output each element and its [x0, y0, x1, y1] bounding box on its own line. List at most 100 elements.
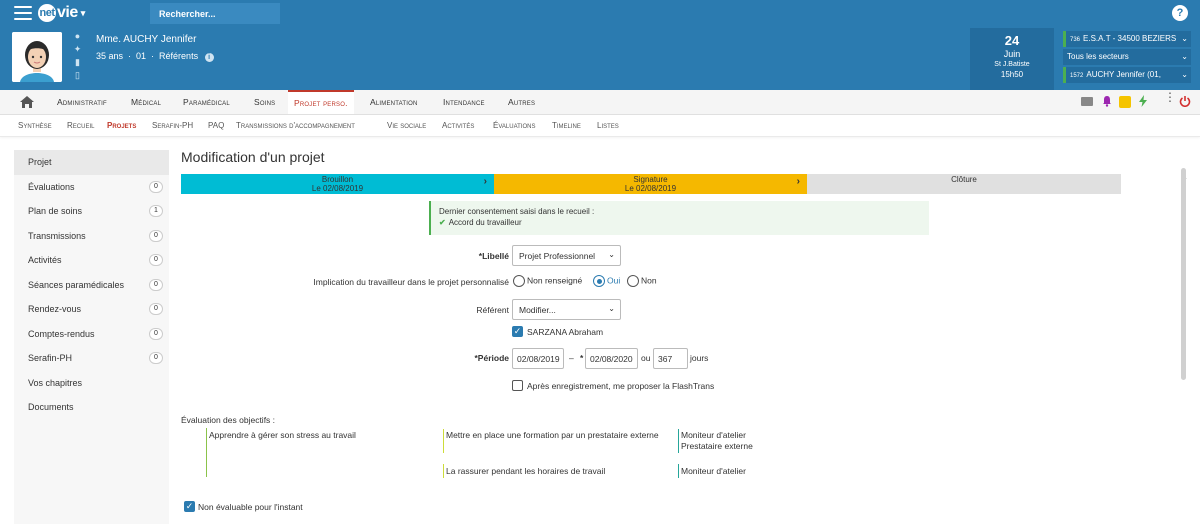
radio-dot	[627, 275, 639, 287]
sidebar-item-rendez-vous[interactable]: Rendez-vous 0	[14, 297, 169, 322]
scrollbar[interactable]	[1181, 168, 1186, 380]
patient-info: 35 ans · 01 · Référents i	[96, 51, 214, 62]
sidebar-item-seances-paramedicales[interactable]: Séances paramédicales 0	[14, 273, 169, 298]
subnav-vie-sociale[interactable]: Vie sociale	[387, 121, 426, 130]
home-icon[interactable]	[19, 95, 35, 109]
non-evaluable-label: Non évaluable pour l'instant	[198, 502, 303, 512]
nav-autres[interactable]: Autres	[508, 90, 535, 114]
objectives-label: Évaluation des objectifs :	[181, 415, 276, 425]
nav-alimentation[interactable]: Alimentation	[370, 90, 418, 114]
periode-start-input[interactable]: 02/08/2019	[512, 348, 564, 369]
chevron-down-icon: ▾	[80, 7, 86, 18]
libelle-label: *Libellé	[478, 251, 509, 261]
subnav-transmissions[interactable]: Transmissions d'accompagnement	[236, 121, 355, 130]
radio-non-renseigne[interactable]: Non renseigné	[513, 275, 582, 287]
sidebar-item-comptes-rendus[interactable]: Comptes-rendus 0	[14, 322, 169, 347]
referent-person: SARZANA Abraham	[527, 327, 604, 337]
action-item: La rassurer pendant les horaires de trav…	[446, 466, 606, 476]
note-icon[interactable]	[1119, 96, 1131, 108]
subnav-synthese[interactable]: Synthèse	[18, 121, 52, 130]
subnav-recueil[interactable]: Recueil	[67, 121, 94, 130]
non-evaluable-checkbox[interactable]: ✓	[184, 501, 195, 512]
menu-icon[interactable]	[14, 6, 32, 20]
subnav-listes[interactable]: Listes	[597, 121, 619, 130]
subnav-activites[interactable]: Activités	[442, 121, 474, 130]
more-vertical-icon[interactable]: ⋮	[1164, 91, 1176, 107]
libelle-select[interactable]: Projet Professionnel ⌄	[512, 245, 621, 266]
subnav-timeline[interactable]: Timeline	[552, 121, 581, 130]
logo[interactable]: net vie ▾	[38, 4, 85, 24]
subnav-projets[interactable]: Projets	[107, 121, 136, 130]
radio-oui[interactable]: Oui	[593, 275, 620, 287]
star-icon[interactable]: ✦	[73, 45, 82, 54]
who-item: Moniteur d'atelier	[681, 466, 746, 476]
nav-projet-perso[interactable]: Projet perso.	[288, 90, 354, 114]
establishment-code: 736	[1070, 37, 1081, 43]
sidebar-item-label: Séances paramédicales	[28, 279, 125, 290]
flashtrans-checkbox[interactable]	[512, 380, 523, 391]
count-badge: 0	[149, 278, 163, 291]
periode-end-input[interactable]: 02/08/2020	[585, 348, 638, 369]
sector-select[interactable]: Tous les secteurs ⌄	[1063, 49, 1191, 65]
periode-days-input[interactable]: 367	[653, 348, 688, 369]
power-icon[interactable]	[1179, 95, 1191, 107]
sidebar-item-vos-chapitres[interactable]: Vos chapitres	[14, 371, 169, 396]
sidebar-item-transmissions[interactable]: Transmissions 0	[14, 224, 169, 249]
referents-link[interactable]: Référents	[159, 51, 198, 61]
chevron-down-icon: ⌄	[1181, 52, 1188, 61]
date-box: 24 Juin St J.Batiste 15h50	[970, 28, 1054, 90]
count-badge: 0	[149, 327, 163, 340]
sidebar-item-label: Vos chapitres	[28, 377, 83, 388]
step-cloture[interactable]: Clôture	[807, 174, 1121, 194]
chevron-right-icon: ›	[483, 176, 487, 187]
radio-label: Non	[641, 275, 657, 286]
check-icon: ✔	[439, 218, 446, 227]
subnav-evaluations[interactable]: Évaluations	[493, 121, 535, 130]
help-icon[interactable]: ?	[1172, 5, 1188, 21]
periode-or: ou	[641, 353, 651, 363]
step-signature[interactable]: Signature Le 02/08/2019 ›	[494, 174, 807, 194]
date-day: 24	[1004, 33, 1020, 48]
patient-icon-column: ● ✦ ▮ ▯	[73, 32, 83, 84]
message-icon[interactable]	[1081, 97, 1093, 106]
periode-required-marker: *	[580, 353, 584, 363]
libelle-value: Projet Professionnel	[519, 251, 596, 261]
subnav-serafin-ph[interactable]: Serafin-PH	[152, 121, 193, 130]
logo-suffix: vie	[57, 4, 78, 22]
search-input[interactable]: Rechercher...	[150, 3, 280, 24]
chevron-down-icon: ⌄	[1181, 34, 1188, 43]
establishment-select[interactable]: 736 E.S.A.T - 34500 BEZIERS ⌄	[1063, 31, 1191, 47]
lightning-icon[interactable]	[1137, 95, 1149, 107]
step-brouillon[interactable]: Brouillon Le 02/08/2019 ›	[181, 174, 494, 194]
sidebar-item-label: Serafin-PH	[28, 353, 73, 363]
nav-intendance[interactable]: Intendance	[443, 90, 485, 114]
radio-non[interactable]: Non	[627, 275, 657, 287]
referent-checkbox[interactable]: ✓	[512, 326, 523, 337]
book-icon[interactable]: ▮	[73, 58, 82, 67]
avatar[interactable]	[12, 32, 62, 82]
step-date: Le 02/08/2019	[311, 184, 364, 193]
document-icon[interactable]: ▯	[73, 71, 82, 80]
info-icon[interactable]: i	[204, 53, 214, 62]
establishment-value: E.S.A.T - 34500 BEZIERS	[1083, 34, 1177, 43]
sidebar-item-documents[interactable]: Documents	[14, 395, 169, 420]
chevron-down-icon: ⌄	[1181, 70, 1188, 79]
referent-select[interactable]: Modifier... ⌄	[512, 299, 621, 320]
nav-medical[interactable]: Médical	[131, 90, 161, 114]
bell-icon[interactable]	[1101, 95, 1113, 107]
nav-paramedical[interactable]: Paramédical	[183, 90, 230, 114]
sidebar-item-activites[interactable]: Activités 0	[14, 248, 169, 273]
top-bar: net vie ▾ Rechercher... ?	[0, 0, 1200, 28]
radio-dot	[513, 275, 525, 287]
user-select[interactable]: 1572 AUCHY Jennifer (01, ⌄	[1063, 67, 1191, 83]
pills-icon[interactable]: ●	[73, 32, 82, 41]
nav-soins[interactable]: Soins	[254, 90, 275, 114]
sidebar-item-plan-de-soins[interactable]: Plan de soins 1	[14, 199, 169, 224]
patient-header: ● ✦ ▮ ▯ Mme. AUCHY Jennifer 35 ans · 01 …	[0, 28, 1200, 90]
sidebar-item-evaluations[interactable]: Évaluations 0	[14, 175, 169, 200]
sidebar-item-projet[interactable]: Projet	[14, 150, 169, 175]
subnav-paq[interactable]: PAQ	[208, 121, 224, 130]
consent-title: Dernier consentement saisi dans le recue…	[439, 207, 595, 216]
sidebar-item-serafin-ph[interactable]: Serafin-PH 0	[14, 346, 169, 371]
nav-administratif[interactable]: Administratif	[57, 90, 107, 114]
